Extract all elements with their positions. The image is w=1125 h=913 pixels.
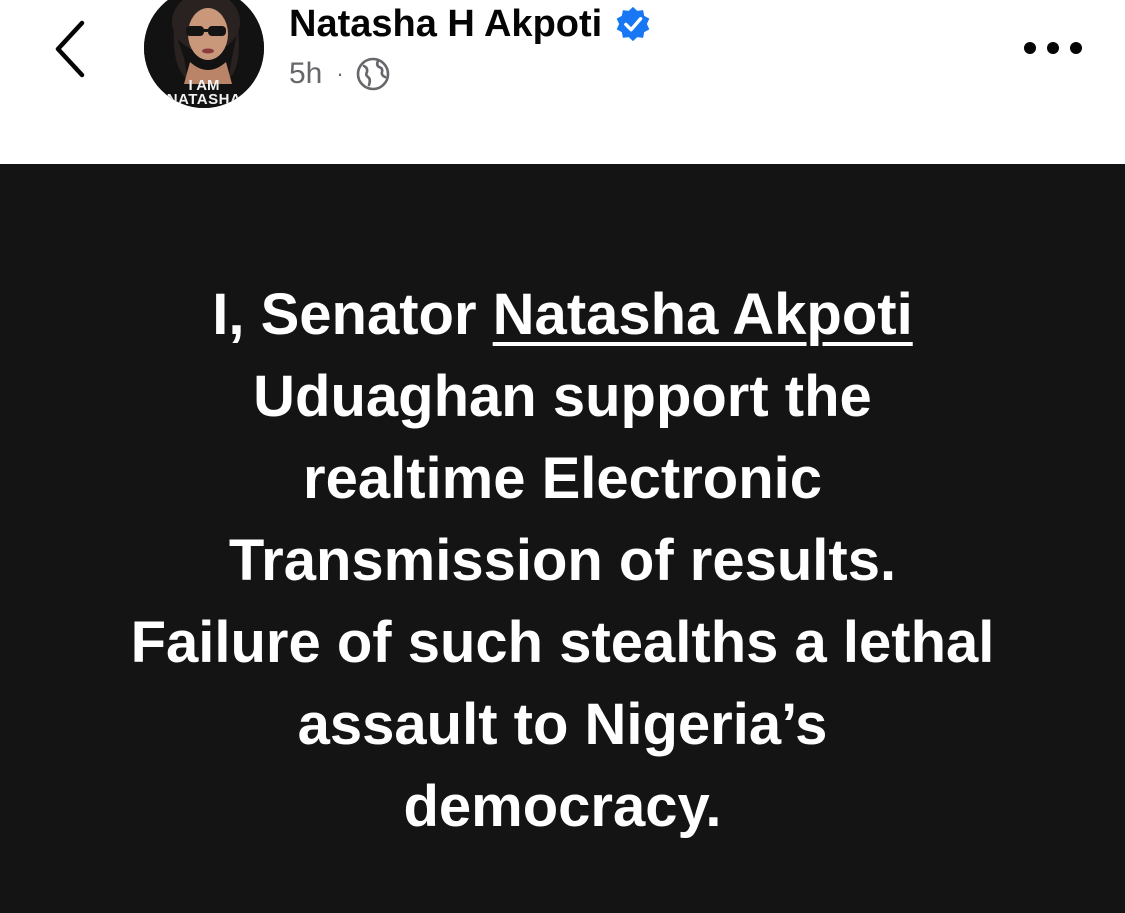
author-name-row: Natasha H Akpoti [289,2,652,46]
globe-icon[interactable] [356,57,390,91]
author-name[interactable]: Natasha H Akpoti [289,3,602,46]
verified-badge-icon [616,6,650,42]
post-text-line: I, Senator Natasha Akpoti [40,274,1085,356]
post-text-line: Failure of such stealths a lethal [130,610,995,675]
post-text-line: Transmission of results. [228,528,897,593]
meta-separator: · [336,61,344,86]
more-dots-icon [1024,42,1082,54]
avatar[interactable]: I AM NATASHA [144,0,264,108]
post-text-line: assault to Nigeria’s [297,692,828,757]
more-options-button[interactable] [1018,28,1088,68]
post-text-line: Uduaghan support the [253,364,872,429]
back-button[interactable] [40,14,100,84]
post-text-line: realtime Electronic [303,446,822,511]
post-meta: 5h · [289,56,390,92]
avatar-caption-line2: NATASHA [166,91,242,108]
post-text: I, Senator Natasha Akpoti Uduaghan suppo… [40,274,1085,848]
post-timestamp[interactable]: 5h [289,57,322,91]
post-text-line: democracy. [403,774,722,839]
post-header: I AM NATASHA Natasha H Akpoti 5h · [0,0,1125,164]
post-text-card: I, Senator Natasha Akpoti Uduaghan suppo… [0,164,1125,913]
post-text-line1-prefix: I, Senator [212,282,493,347]
chevron-left-icon [55,20,85,78]
tagged-profile-link[interactable]: Natasha Akpoti [493,282,913,347]
